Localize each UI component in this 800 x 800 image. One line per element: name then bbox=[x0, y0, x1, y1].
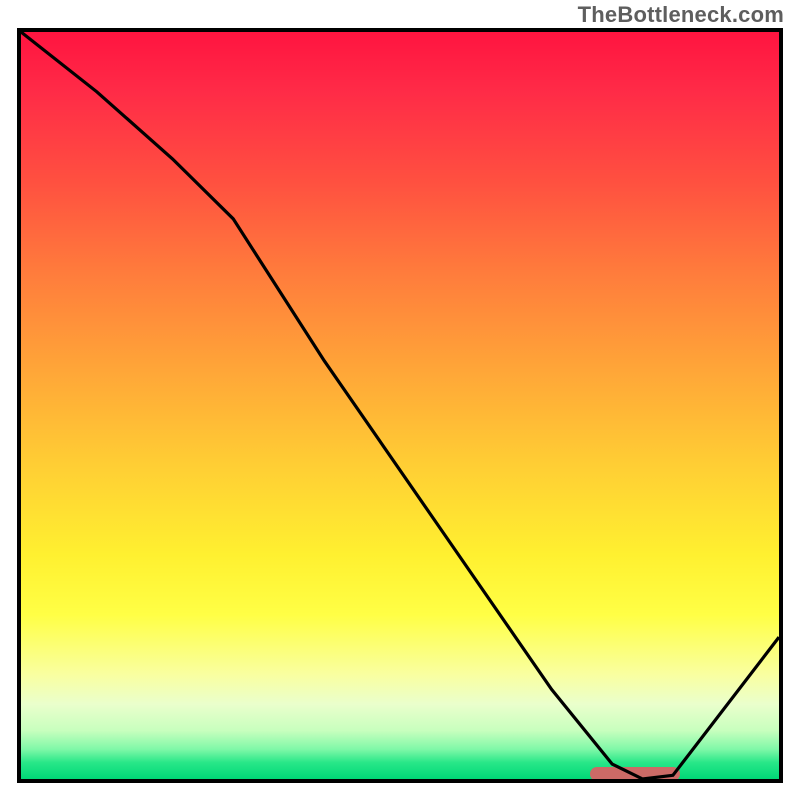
watermark-text: TheBottleneck.com bbox=[578, 2, 784, 28]
chart-plot-area bbox=[17, 28, 783, 783]
chart-line bbox=[21, 32, 779, 779]
